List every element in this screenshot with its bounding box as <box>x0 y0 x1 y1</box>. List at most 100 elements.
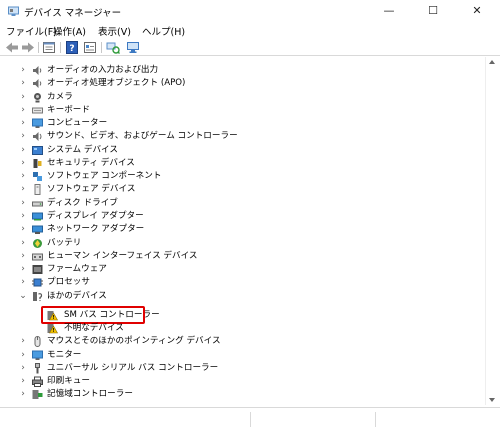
chevron-right-icon[interactable]: › <box>19 362 27 375</box>
tree-item-camera[interactable]: › カメラ <box>4 91 474 104</box>
toolbar-separator <box>101 42 102 53</box>
tree-item-mice[interactable]: › マウスとそのほかのポインティング デバイス <box>4 335 474 348</box>
minimize-icon: — <box>383 4 395 17</box>
tree-item-keyboard[interactable]: › キーボード <box>4 104 474 117</box>
chevron-right-icon[interactable]: › <box>19 335 27 348</box>
close-icon: ✕ <box>472 4 482 17</box>
chevron-right-icon[interactable]: › <box>19 349 27 362</box>
forward-icon[interactable] <box>21 41 35 54</box>
tree-item-display-adapters[interactable]: › ディスプレイ アダプター <box>4 210 474 223</box>
vertical-scrollbar[interactable] <box>485 57 497 405</box>
tree-item-label: コンピューター <box>47 118 108 128</box>
tree-item-label: 印刷キュー <box>47 376 90 386</box>
tree-item-system-devices[interactable]: › システム デバイス <box>4 144 474 157</box>
back-icon[interactable] <box>5 41 19 54</box>
tree-item-other-devices[interactable]: ⌄ ほかのデバイス <box>4 290 474 303</box>
chevron-right-icon[interactable]: › <box>19 250 27 263</box>
tree-item-hid[interactable]: › ヒューマン インターフェイス デバイス <box>4 250 474 263</box>
tree-item-computer[interactable]: › コンピューター <box>4 117 474 130</box>
chevron-right-icon[interactable]: › <box>19 223 27 236</box>
tree-item-processors[interactable]: › プロセッサ <box>4 276 474 289</box>
tree-item-sound[interactable]: › サウンド、ビデオ、およびゲーム コントローラー <box>4 130 474 143</box>
chevron-down-icon[interactable]: ⌄ <box>19 290 27 303</box>
title-bar: デバイス マネージャー — ☐ ✕ <box>0 0 500 22</box>
chevron-right-icon[interactable]: › <box>19 104 27 117</box>
chevron-right-icon[interactable]: › <box>19 388 27 401</box>
svg-text:?: ? <box>69 44 74 54</box>
menu-help[interactable]: ヘルプ(H) <box>142 24 185 38</box>
scroll-up-icon[interactable] <box>489 60 495 64</box>
hid-icon <box>32 253 43 261</box>
chevron-right-icon[interactable]: › <box>19 375 27 388</box>
device-tree[interactable]: › オーディオの入力および出力 › オーディオ処理オブジェクト (APO) › … <box>4 57 485 405</box>
menu-file[interactable]: ファイル(F) <box>6 24 57 38</box>
tree-item-label: サウンド、ビデオ、およびゲーム コントローラー <box>47 131 238 141</box>
menu-view[interactable]: 表示(V) <box>98 24 131 38</box>
tree-item-monitors[interactable]: › モニター <box>4 349 474 362</box>
tree-item-print-queues[interactable]: › 印刷キュー <box>4 375 474 388</box>
monitor-icon <box>32 350 43 360</box>
tree-item-network-adapters[interactable]: › ネットワーク アダプター <box>4 223 474 236</box>
chevron-right-icon[interactable]: › <box>19 170 27 183</box>
properties-icon[interactable] <box>42 41 56 54</box>
tree-item-label: プロセッサ <box>47 277 90 287</box>
tree-item-label: ほかのデバイス <box>47 291 107 301</box>
warning-icon <box>47 324 58 334</box>
scroll-down-icon[interactable] <box>489 398 495 402</box>
chevron-right-icon[interactable]: › <box>19 157 27 170</box>
chevron-right-icon[interactable]: › <box>19 210 27 223</box>
storage-controller-icon <box>32 390 43 399</box>
tree-item-security-devices[interactable]: › セキュリティ デバイス <box>4 157 474 170</box>
status-bar-divider <box>375 412 376 427</box>
view-icon[interactable] <box>83 41 97 54</box>
chevron-right-icon[interactable]: › <box>19 263 27 276</box>
chevron-right-icon[interactable]: › <box>19 197 27 210</box>
window-title: デバイス マネージャー <box>24 8 122 19</box>
menu-action[interactable]: 操作(A) <box>53 24 86 38</box>
status-bar <box>0 407 500 430</box>
maximize-icon: ☐ <box>428 4 438 17</box>
tree-item-label: ネットワーク アダプター <box>47 224 145 234</box>
maximize-button[interactable]: ☐ <box>411 0 455 22</box>
scan-hardware-icon[interactable] <box>106 41 120 54</box>
sound-icon <box>33 132 42 141</box>
tree-item-label: バッテリ <box>47 238 82 248</box>
tree-item-label: カメラ <box>47 92 73 102</box>
chevron-right-icon[interactable]: › <box>19 117 27 130</box>
tree-item-usb-controllers[interactable]: › ユニバーサル シリアル バス コントローラー <box>4 362 474 375</box>
tree-item-label: モニター <box>47 350 82 360</box>
chevron-right-icon[interactable]: › <box>19 237 27 250</box>
tree-item-label: マウスとそのほかのポインティング デバイス <box>47 336 221 346</box>
chevron-right-icon[interactable]: › <box>19 130 27 143</box>
toolbar: ? <box>0 39 500 56</box>
tree-item-label: ディスク ドライブ <box>47 198 118 208</box>
firmware-icon <box>32 265 43 274</box>
tree-item-firmware[interactable]: › ファームウェア <box>4 263 474 276</box>
usb-icon <box>35 363 40 374</box>
chevron-right-icon[interactable]: › <box>19 144 27 157</box>
chevron-right-icon[interactable]: › <box>19 64 27 77</box>
tree-item-battery[interactable]: › バッテリ <box>4 237 474 250</box>
chevron-right-icon[interactable]: › <box>19 276 27 289</box>
tree-item-unknown-device[interactable]: 不明なデバイス <box>4 322 474 335</box>
chevron-right-icon[interactable]: › <box>19 77 27 90</box>
tree-item-software-components[interactable]: › ソフトウェア コンポーネント <box>4 170 474 183</box>
close-button[interactable]: ✕ <box>455 0 499 22</box>
tree-item-disk-drives[interactable]: › ディスク ドライブ <box>4 197 474 210</box>
monitor-icon[interactable] <box>126 41 140 54</box>
minimize-button[interactable]: — <box>367 0 411 22</box>
chevron-right-icon[interactable]: › <box>19 183 27 196</box>
tree-item-apo[interactable]: › オーディオ処理オブジェクト (APO) <box>4 77 474 90</box>
tree-item-label: ヒューマン インターフェイス デバイス <box>47 251 198 261</box>
tree-item-storage-controllers[interactable]: › 記憶域コントローラー <box>4 388 474 401</box>
help-icon[interactable]: ? <box>65 41 79 54</box>
toolbar-separator <box>60 42 61 53</box>
toolbar-separator <box>38 42 39 53</box>
tree-item-audio-io[interactable]: › オーディオの入力および出力 <box>4 64 474 77</box>
tree-item-label: システム デバイス <box>47 145 118 155</box>
tree-item-label: 不明なデバイス <box>64 323 124 333</box>
tree-item-label: ディスプレイ アダプター <box>47 211 144 221</box>
tree-item-software-devices[interactable]: › ソフトウェア デバイス <box>4 183 474 196</box>
chevron-right-icon[interactable]: › <box>19 91 27 104</box>
mouse-icon <box>34 336 41 347</box>
